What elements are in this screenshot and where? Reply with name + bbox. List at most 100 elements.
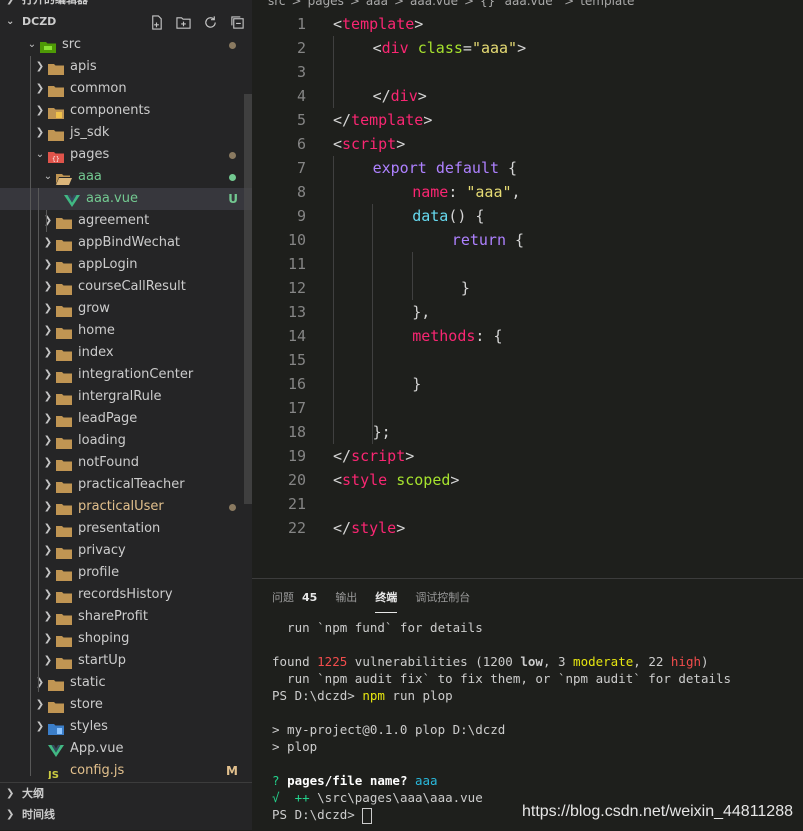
refresh-icon[interactable] [201,13,219,31]
tree-item-label: index [78,345,114,360]
chevron-right-icon: ❯ [43,237,53,248]
terminal-text: moderate [573,654,634,669]
tree-item-label: courseCallResult [78,279,186,294]
tree-item-common[interactable]: ❯ common [0,78,252,100]
code-line[interactable]: 12 } [252,276,803,300]
new-file-icon[interactable] [147,13,165,31]
tree-item-app-vue[interactable]: App.vue [0,738,252,760]
code-line[interactable]: 11 [252,252,803,276]
code-text: }, [412,300,430,324]
tree-item-label: shoping [78,631,130,646]
breadcrumb-item[interactable]: src [268,0,286,8]
outline-header[interactable]: ❯ 大纲 [0,782,252,805]
tree-item-label: src [62,37,81,52]
code-line[interactable]: 6 <script> [252,132,803,156]
line-number: 2 [296,39,306,57]
tree-item-label: profile [78,565,120,580]
panel-tab-label: 调试控制台 [415,591,471,604]
chevron-right-icon: ❯ [6,0,18,11]
code-editor[interactable]: src > pages > aaa > aaa.vue >{} "aaa.vue" > templ… [252,0,803,578]
code-line[interactable]: 3 [252,60,803,84]
terminal-output[interactable]: run `npm fund` for details found 1225 vul… [272,619,797,824]
panel-tab[interactable]: 调试控制台 [415,589,470,611]
code-line[interactable]: 4 </div> [252,84,803,108]
tree-item-js-sdk[interactable]: ❯ js_sdk [0,122,252,144]
code-line[interactable]: 5 </template> [252,108,803,132]
new-folder-icon[interactable] [174,13,192,31]
breadcrumb-item[interactable]: aaa.vue [410,0,458,8]
panel-tab[interactable]: 问题 45 [272,589,317,611]
code-line[interactable]: 8 name: "aaa", [252,180,803,204]
tree-item-config-js[interactable]: JS config.js M [0,760,252,782]
code-lines[interactable]: 1 <template> 2 <div class="aaa"> 3 4 </div> 5 </… [252,12,803,540]
tree-item-store[interactable]: ❯ store [0,694,252,716]
code-line[interactable]: 15 [252,348,803,372]
code-line[interactable]: 13}, [252,300,803,324]
indent-guide [46,210,47,232]
tree-item-label: startUp [78,653,127,668]
breadcrumb-item[interactable]: template [580,0,634,8]
tree-item-label: grow [78,301,110,316]
line-number: 4 [296,87,306,105]
tree-item-src[interactable]: ⌄ src [0,34,252,56]
code-line[interactable]: 21 [252,492,803,516]
tree-item-aaa[interactable]: ⌄ aaa [0,166,252,188]
breadcrumb-separator: > [393,0,405,8]
code-line[interactable]: 1 <template> [252,12,803,36]
tree-item-apis[interactable]: ❯ apis [0,56,252,78]
folder-icon [48,83,64,97]
code-line[interactable]: 18}; [252,420,803,444]
code-token: : { [475,327,503,345]
code-token: > [405,447,415,465]
code-line[interactable]: 20 <style scoped> [252,468,803,492]
code-line[interactable]: 14 methods: { [252,324,803,348]
tree-item-pages[interactable]: ⌄ {} pages [0,144,252,166]
project-header[interactable]: ⌄ DCZD [0,11,252,33]
panel-tab[interactable]: 终端 [375,589,398,613]
chevron-right-icon: ❯ [43,545,53,556]
panel-tab-label: 输出 [335,591,358,604]
panel-tab[interactable]: 输出 [335,589,357,611]
terminal-text: √ ++ [272,790,318,805]
code-token: > [414,15,424,33]
tree-item-components[interactable]: ❯ components [0,100,252,122]
code-line[interactable]: 7 export default { [252,156,803,180]
line-number: 20 [287,471,306,489]
line-number: 21 [287,495,306,513]
code-line[interactable]: 19 </script> [252,444,803,468]
code-text: return { [452,228,524,252]
terminal-text: aaa [415,773,438,788]
timeline-header[interactable]: ❯ 时间线 [0,804,252,826]
folder-icon [56,325,72,339]
chevron-down-icon: ⌄ [43,171,53,182]
open-editors-header[interactable]: ❯ 打开的编辑器 [0,0,252,11]
code-line[interactable]: 10 return { [252,228,803,252]
explorer-actions [147,13,246,31]
breadcrumb-item[interactable]: aaa [366,0,388,8]
folder-icon [56,303,72,317]
watermark: https://blog.csdn.net/weixin_44811288 [521,803,793,820]
git-status-dot [229,504,236,511]
tree-item-styles[interactable]: ❯ styles [0,716,252,738]
breadcrumb-item[interactable]: pages [308,0,344,8]
code-line[interactable]: 22 </style> [252,516,803,540]
bottom-panel: 问题 45 输出 终端 调试控制台 run `npm fund` for details… [252,578,803,831]
collapse-all-icon[interactable] [228,13,246,31]
breadcrumb-item[interactable]: {} "aaa.vue" [480,0,558,8]
code-token: methods [412,327,476,345]
code-line[interactable]: 9 data() { [252,204,803,228]
git-status-dot [229,42,236,49]
code-text: </div> [373,84,427,108]
terminal-text: low [520,654,543,669]
sidebar-scrollbar[interactable] [244,94,252,504]
code-line[interactable]: 17 [252,396,803,420]
folder-pages-icon: {} [48,149,64,163]
vue-file-icon [64,193,80,207]
code-line[interactable]: 16} [252,372,803,396]
tree-item-label: leadPage [78,411,138,426]
code-token: } [412,375,422,393]
code-line[interactable]: 2 <div class="aaa"> [252,36,803,60]
